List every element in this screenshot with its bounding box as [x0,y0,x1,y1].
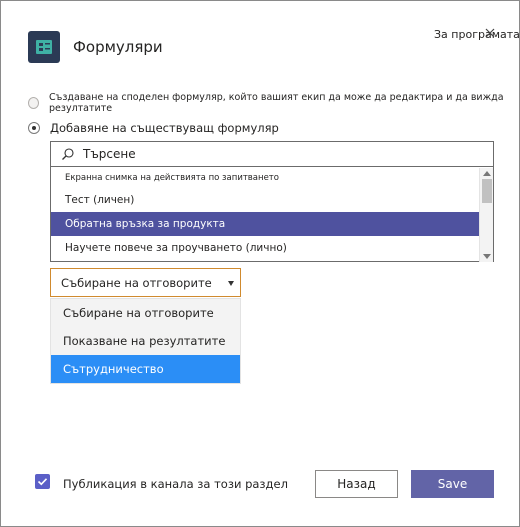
form-picker: Търсене Екранна снимка на действията по … [50,141,494,262]
add-existing-option[interactable]: Добавяне на съществуващ формуляр [28,121,279,135]
chevron-down-icon [228,281,234,286]
add-existing-label: Добавяне на съществуващ формуляр [50,121,279,135]
create-shared-label: Създаване на споделен формуляр, който ва… [49,92,504,114]
save-button[interactable]: Save [411,470,494,498]
add-existing-radio[interactable] [28,122,40,134]
app-title: Формуляри [73,38,163,56]
close-icon[interactable] [483,25,497,39]
search-icon [62,148,74,160]
mode-options: Събиране на отговорите Показване на резу… [50,298,241,384]
forms-list: Екранна снимка на действията по запитван… [51,168,479,262]
create-shared-radio[interactable] [28,97,40,109]
list-item[interactable]: Екранна снимка на действията по запитван… [51,168,479,188]
create-shared-option[interactable]: Създаване на споделен формуляр, който ва… [28,92,519,114]
publish-label: Публикация в канала за този раздел [63,477,288,491]
dialog-frame: Формуляри За програмата Създаване на спо… [0,0,520,527]
scroll-up-icon[interactable] [483,171,491,176]
mode-option-highlighted[interactable]: Сътрудничество [51,355,240,383]
list-scrollbar[interactable] [479,168,493,262]
mode-select-value: Събиране на отговорите [61,275,212,290]
list-item[interactable]: Тест (личен) [51,188,479,212]
back-button[interactable]: Назад [315,470,398,498]
mode-select[interactable]: Събиране на отговорите [50,268,241,297]
list-item-selected[interactable]: Обратна връзка за продукта [51,212,479,236]
search-input[interactable]: Търсене [83,147,136,161]
scroll-down-icon[interactable] [483,254,491,259]
forms-app-icon [28,31,60,63]
list-item[interactable]: Научете повече за проучването (лично) [51,236,479,260]
search-box[interactable]: Търсене [51,142,493,167]
scroll-thumb[interactable] [482,179,492,203]
mode-option[interactable]: Показване на резултатите [51,327,240,355]
publish-checkbox[interactable] [35,474,50,489]
about-link[interactable]: За програмата [434,28,520,41]
mode-option[interactable]: Събиране на отговорите [51,299,240,327]
